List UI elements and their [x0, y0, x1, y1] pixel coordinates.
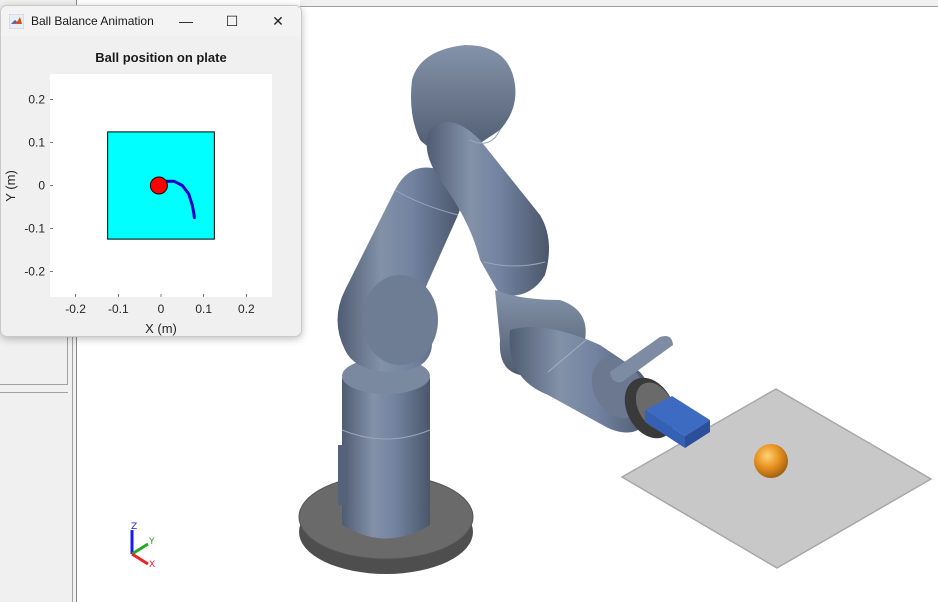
x-tick-label: -0.2: [65, 302, 86, 316]
robot-joint-2: [362, 275, 438, 365]
x-axis-label: X (m): [145, 321, 177, 336]
y-axis-label: Y (m): [3, 170, 18, 202]
y-tick-label: 0.2: [28, 93, 45, 107]
close-button[interactable]: ✕: [255, 6, 301, 36]
ball-marker: [149, 176, 168, 195]
y-tick-label: -0.1: [24, 221, 45, 235]
ball-position-plot[interactable]: Ball position on plate -0.2 -0.1 0 0.1 0.2 -…: [1, 36, 301, 336]
y-tick-label: 0.1: [28, 136, 45, 150]
triad-y-label: Y: [148, 537, 155, 547]
triad-x-label: X: [149, 560, 155, 570]
close-icon: ✕: [272, 12, 284, 29]
maximize-button[interactable]: ☐: [209, 6, 255, 36]
triad-z-label: Z: [131, 522, 137, 532]
figure-titlebar[interactable]: Ball Balance Animation — ☐ ✕: [1, 6, 301, 36]
minimize-icon: —: [179, 13, 193, 29]
axes-triad-icon: Z Y X: [130, 522, 155, 570]
plot-title: Ball position on plate: [95, 50, 226, 65]
x-tick-label: 0.2: [238, 302, 255, 316]
window-title: Ball Balance Animation: [31, 14, 154, 28]
y-tick-label: -0.2: [24, 264, 45, 278]
x-tick-label: 0.1: [195, 302, 212, 316]
robot-link-1: [342, 378, 430, 539]
y-tick-label: 0: [38, 179, 45, 193]
minimize-button[interactable]: —: [163, 6, 209, 36]
maximize-icon: ☐: [225, 12, 239, 29]
figure-window[interactable]: Ball Balance Animation — ☐ ✕ Ball positi…: [0, 5, 302, 337]
x-tick-label: -0.1: [108, 302, 129, 316]
matlab-icon: [9, 14, 24, 29]
ball: [754, 444, 788, 478]
robot-connector: [338, 445, 348, 505]
x-tick-label: 0: [158, 302, 165, 316]
